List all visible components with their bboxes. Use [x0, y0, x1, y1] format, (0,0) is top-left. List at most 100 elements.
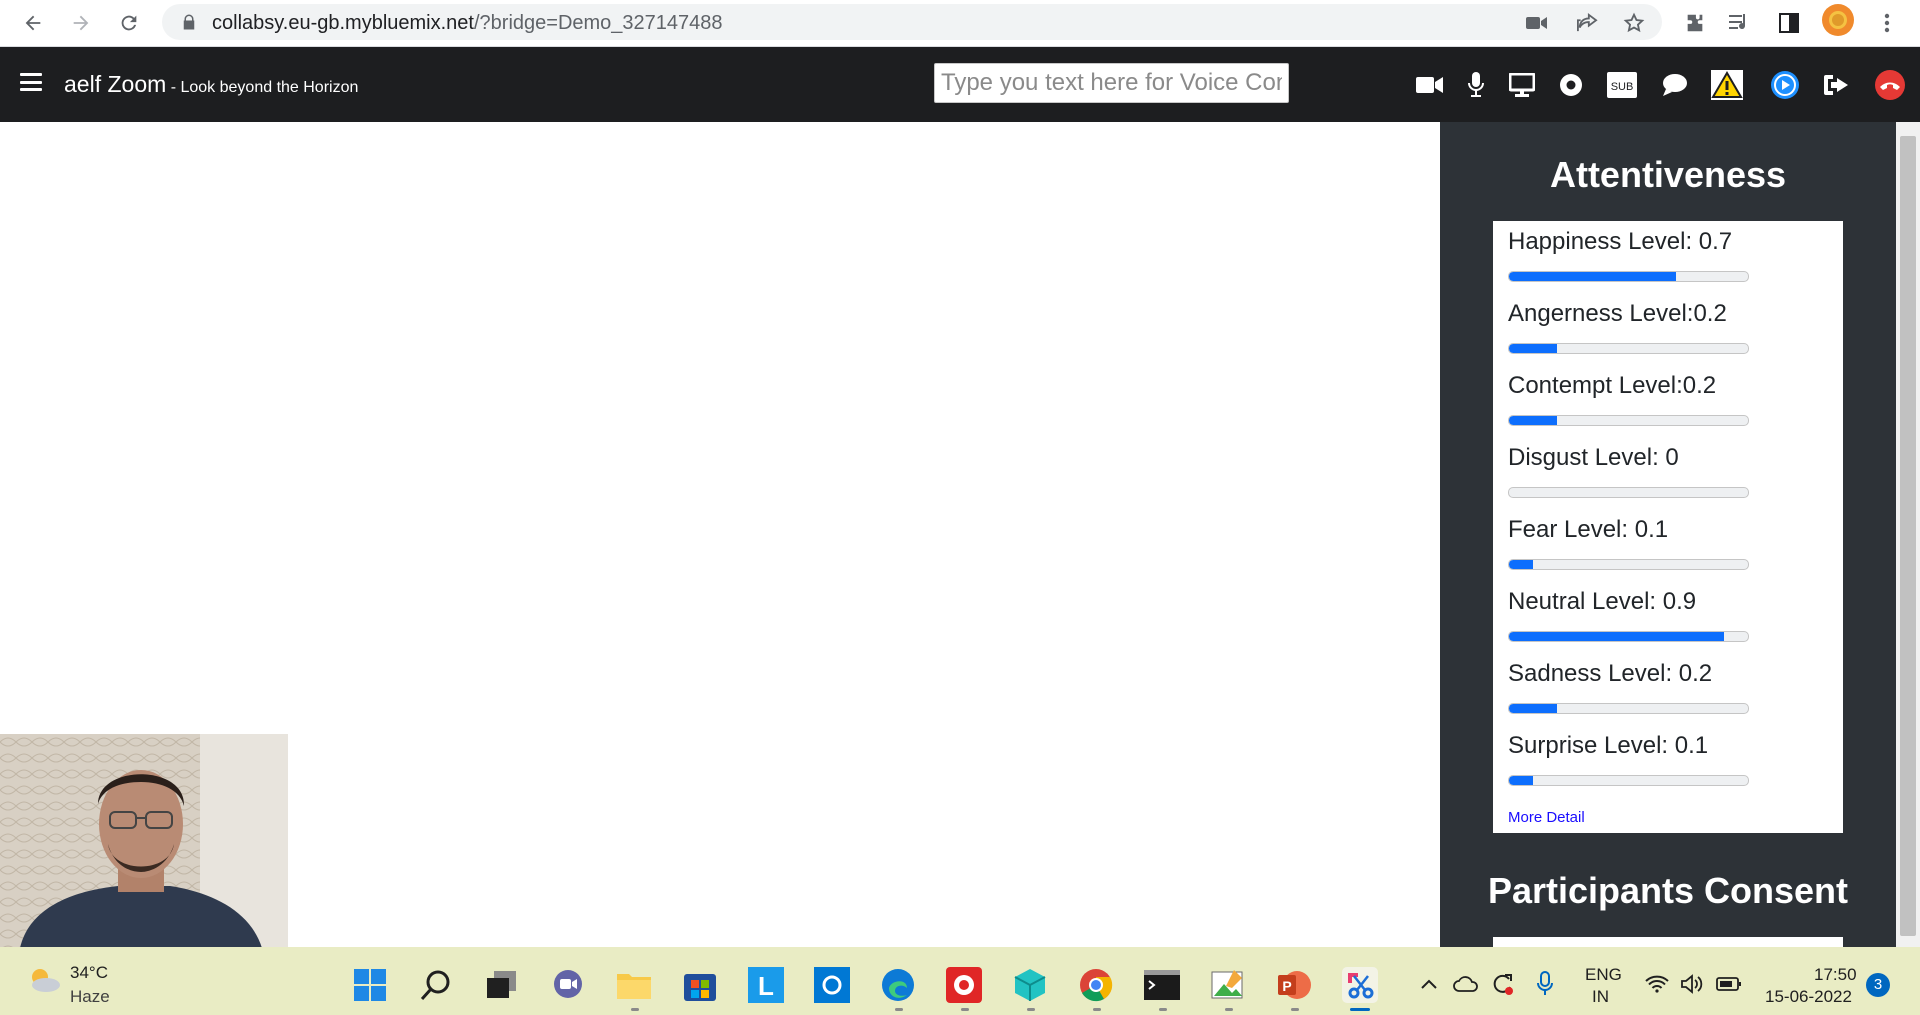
- warning-icon[interactable]: [1711, 69, 1743, 101]
- voice-conversion-input[interactable]: [934, 63, 1289, 103]
- attentiveness-card: Happiness Level: 0.7 Angerness Level:0.2…: [1493, 221, 1843, 833]
- active-indicator: [1350, 1008, 1370, 1011]
- app-title: aelf Zoom - Look beyond the Horizon: [64, 71, 358, 98]
- page-scrollbar[interactable]: [1896, 122, 1920, 947]
- cortana-icon[interactable]: [814, 967, 850, 1003]
- sidepanel-icon[interactable]: [1774, 8, 1804, 38]
- snipping-tool-icon[interactable]: [1342, 967, 1378, 1003]
- extensions-icon[interactable]: [1680, 8, 1710, 38]
- input-region[interactable]: IN: [1592, 987, 1609, 1007]
- end-call-icon[interactable]: [1874, 69, 1906, 101]
- wifi-icon[interactable]: [1644, 971, 1670, 997]
- fear-progress-bar: [1508, 559, 1749, 570]
- running-indicator: [1291, 1008, 1299, 1011]
- volume-icon[interactable]: [1679, 971, 1705, 997]
- powerpoint-icon[interactable]: P: [1276, 967, 1312, 1003]
- progress-fill: [1509, 560, 1533, 569]
- chrome-icon[interactable]: [1078, 967, 1114, 1003]
- more-detail-link[interactable]: More Detail: [1508, 809, 1585, 826]
- metric-angerness: Angerness Level:0.2: [1508, 300, 1749, 354]
- progress-fill: [1509, 632, 1725, 641]
- edge-icon[interactable]: [880, 967, 916, 1003]
- onedrive-icon[interactable]: [1453, 971, 1479, 997]
- weather-description[interactable]: Haze: [70, 987, 110, 1007]
- reload-icon[interactable]: [114, 8, 144, 38]
- chat-icon[interactable]: [1659, 69, 1691, 101]
- windows-start-icon[interactable]: [352, 967, 388, 1003]
- back-arrow-icon[interactable]: [18, 8, 48, 38]
- task-view-icon[interactable]: [484, 967, 520, 1003]
- notification-badge[interactable]: 3: [1866, 973, 1890, 997]
- video-icon[interactable]: [1414, 69, 1446, 101]
- weather-temperature[interactable]: 34°C: [70, 963, 108, 983]
- attentiveness-panel: Attentiveness Happiness Level: 0.7 Anger…: [1440, 122, 1896, 947]
- participants-consent-card: [1493, 937, 1843, 947]
- clock-time[interactable]: 17:50: [1814, 965, 1857, 985]
- disgust-progress-bar: [1508, 487, 1749, 498]
- metric-contempt: Contempt Level:0.2: [1508, 372, 1749, 426]
- url-path: /?bridge=Demo_327147488: [473, 12, 723, 34]
- url-text: collabsy.eu-gb.mybluemix.net/?bridge=Dem…: [212, 12, 723, 35]
- camera-icon[interactable]: [1522, 8, 1552, 38]
- input-language[interactable]: ENG: [1585, 965, 1622, 985]
- microphone-icon[interactable]: [1460, 69, 1492, 101]
- running-indicator: [1093, 1008, 1101, 1011]
- svg-text:P: P: [1282, 978, 1291, 994]
- metric-label: Sadness Level: 0.2: [1508, 660, 1713, 687]
- metric-neutral: Neutral Level: 0.9: [1508, 588, 1749, 642]
- metric-happiness: Happiness Level: 0.7: [1508, 228, 1749, 282]
- app-name: aelf Zoom: [64, 71, 167, 97]
- sub-label: SUB: [1611, 81, 1634, 93]
- battery-icon[interactable]: [1716, 971, 1742, 997]
- running-indicator: [1225, 1008, 1233, 1011]
- happiness-progress-bar: [1508, 271, 1749, 282]
- progress-fill: [1509, 416, 1557, 425]
- attentiveness-title: Attentiveness: [1549, 154, 1787, 195]
- surprise-progress-bar: [1508, 775, 1749, 786]
- profile-avatar[interactable]: [1822, 4, 1854, 36]
- cube-app-icon[interactable]: [1012, 967, 1048, 1003]
- angerness-progress-bar: [1508, 343, 1749, 354]
- metric-label: Neutral Level: 0.9: [1508, 588, 1697, 615]
- hamburger-menu-icon[interactable]: [20, 73, 42, 91]
- reading-list-icon[interactable]: [1725, 8, 1755, 38]
- search-icon[interactable]: [418, 967, 454, 1003]
- terminal-icon[interactable]: [1144, 967, 1180, 1003]
- play-circle-icon[interactable]: [1769, 69, 1801, 101]
- metric-label: Happiness Level: 0.7: [1508, 228, 1733, 255]
- exit-icon[interactable]: [1820, 69, 1852, 101]
- microphone-tray-icon[interactable]: [1532, 971, 1558, 997]
- participants-consent-title: Participants Consent: [1487, 870, 1849, 911]
- scrollbar-thumb[interactable]: [1900, 136, 1916, 936]
- l-app-icon[interactable]: L: [748, 967, 784, 1003]
- subtitles-icon[interactable]: SUB: [1606, 69, 1638, 101]
- metric-label: Disgust Level: 0: [1508, 444, 1679, 471]
- chevron-up-icon[interactable]: [1416, 971, 1442, 997]
- paint-icon[interactable]: [1210, 967, 1246, 1003]
- metric-sadness: Sadness Level: 0.2: [1508, 660, 1749, 714]
- sync-icon[interactable]: [1489, 971, 1515, 997]
- share-icon[interactable]: [1572, 8, 1602, 38]
- address-bar[interactable]: collabsy.eu-gb.mybluemix.net/?bridge=Dem…: [162, 4, 1662, 40]
- forward-arrow-icon[interactable]: [66, 8, 96, 38]
- record-icon[interactable]: [1555, 69, 1587, 101]
- metric-label: Contempt Level:0.2: [1508, 372, 1717, 399]
- red-app-icon[interactable]: [946, 967, 982, 1003]
- contempt-progress-bar: [1508, 415, 1749, 426]
- store-icon[interactable]: [682, 967, 718, 1003]
- screen-share-icon[interactable]: [1506, 69, 1538, 101]
- sadness-progress-bar: [1508, 703, 1749, 714]
- file-explorer-icon[interactable]: [616, 967, 652, 1003]
- running-indicator: [1159, 1008, 1167, 1011]
- progress-fill: [1509, 344, 1557, 353]
- running-indicator: [1027, 1008, 1035, 1011]
- clock-date[interactable]: 15-06-2022: [1765, 987, 1852, 1007]
- weather-haze-icon[interactable]: [26, 965, 62, 995]
- browser-toolbar: collabsy.eu-gb.mybluemix.net/?bridge=Dem…: [0, 0, 1920, 47]
- teams-chat-icon[interactable]: [550, 967, 586, 1003]
- star-icon[interactable]: [1619, 8, 1649, 38]
- metric-label: Fear Level: 0.1: [1508, 516, 1669, 543]
- app-tagline: - Look beyond the Horizon: [166, 79, 359, 96]
- more-vert-icon[interactable]: [1872, 8, 1902, 38]
- lock-icon[interactable]: [180, 13, 198, 31]
